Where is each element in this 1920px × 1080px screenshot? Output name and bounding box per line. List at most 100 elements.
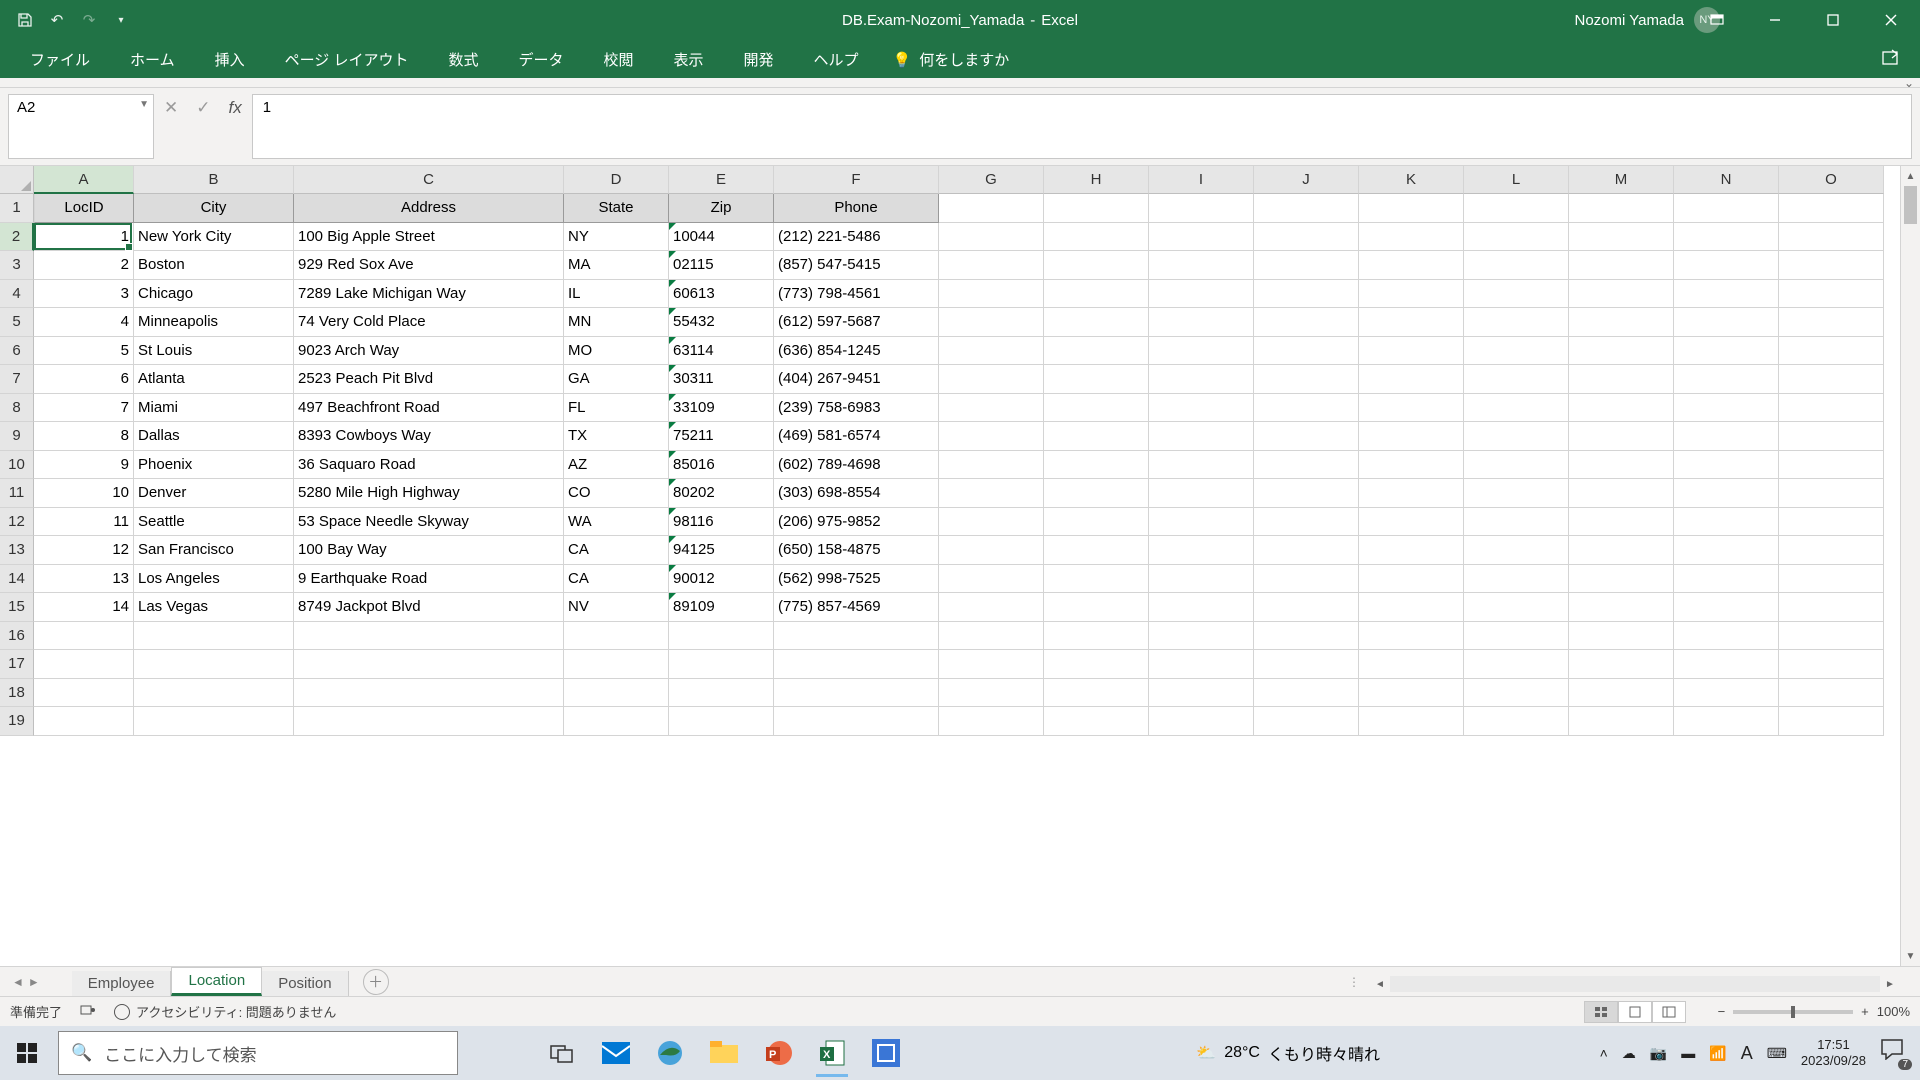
cell-E7[interactable]: 30311 bbox=[669, 365, 774, 394]
cell-D6[interactable]: MO bbox=[564, 337, 669, 366]
row-header-19[interactable]: 19 bbox=[0, 707, 34, 736]
cell-K8[interactable] bbox=[1359, 394, 1464, 423]
cell-D18[interactable] bbox=[564, 679, 669, 708]
scroll-right-icon[interactable]: ► bbox=[1880, 979, 1900, 990]
cell-D15[interactable]: NV bbox=[564, 593, 669, 622]
cell-G4[interactable] bbox=[939, 280, 1044, 309]
cell-N1[interactable] bbox=[1674, 194, 1779, 223]
save-icon[interactable] bbox=[12, 7, 38, 33]
cell-F1[interactable]: Phone bbox=[774, 194, 939, 223]
cell-E4[interactable]: 60613 bbox=[669, 280, 774, 309]
cell-I18[interactable] bbox=[1149, 679, 1254, 708]
cell-F14[interactable]: (562) 998-7525 bbox=[774, 565, 939, 594]
ribbon-display-options-icon[interactable] bbox=[1688, 0, 1746, 40]
vertical-scrollbar[interactable]: ▲ ▼ bbox=[1900, 166, 1920, 966]
cell-K10[interactable] bbox=[1359, 451, 1464, 480]
cell-M3[interactable] bbox=[1569, 251, 1674, 280]
ribbon-tab-6[interactable]: 校閲 bbox=[584, 41, 654, 78]
cell-I16[interactable] bbox=[1149, 622, 1254, 651]
qat-dropdown-icon[interactable]: ▾ bbox=[108, 7, 134, 33]
cell-F10[interactable]: (602) 789-4698 bbox=[774, 451, 939, 480]
cell-D11[interactable]: CO bbox=[564, 479, 669, 508]
cell-F13[interactable]: (650) 158-4875 bbox=[774, 536, 939, 565]
cell-I6[interactable] bbox=[1149, 337, 1254, 366]
ribbon-tab-4[interactable]: 数式 bbox=[428, 41, 498, 78]
cell-H10[interactable] bbox=[1044, 451, 1149, 480]
cell-F17[interactable] bbox=[774, 650, 939, 679]
cell-B14[interactable]: Los Angeles bbox=[134, 565, 294, 594]
cell-C19[interactable] bbox=[294, 707, 564, 736]
share-icon[interactable] bbox=[1882, 48, 1902, 71]
zoom-out-button[interactable]: − bbox=[1718, 1004, 1726, 1019]
cell-M11[interactable] bbox=[1569, 479, 1674, 508]
cell-E18[interactable] bbox=[669, 679, 774, 708]
cell-M8[interactable] bbox=[1569, 394, 1674, 423]
cell-H3[interactable] bbox=[1044, 251, 1149, 280]
cell-H17[interactable] bbox=[1044, 650, 1149, 679]
keyboard-icon[interactable]: ⌨ bbox=[1767, 1045, 1787, 1062]
cell-B11[interactable]: Denver bbox=[134, 479, 294, 508]
cell-O15[interactable] bbox=[1779, 593, 1884, 622]
sheet-split-handle[interactable]: ⋮ bbox=[1348, 975, 1360, 989]
cell-B6[interactable]: St Louis bbox=[134, 337, 294, 366]
cell-H16[interactable] bbox=[1044, 622, 1149, 651]
undo-icon[interactable]: ↶ bbox=[44, 7, 70, 33]
cell-C6[interactable]: 9023 Arch Way bbox=[294, 337, 564, 366]
row-header-3[interactable]: 3 bbox=[0, 251, 34, 280]
cell-J10[interactable] bbox=[1254, 451, 1359, 480]
cell-D16[interactable] bbox=[564, 622, 669, 651]
cell-F5[interactable]: (612) 597-5687 bbox=[774, 308, 939, 337]
cell-H18[interactable] bbox=[1044, 679, 1149, 708]
cell-H9[interactable] bbox=[1044, 422, 1149, 451]
cell-J9[interactable] bbox=[1254, 422, 1359, 451]
fx-icon[interactable]: fx bbox=[229, 98, 242, 118]
cell-K4[interactable] bbox=[1359, 280, 1464, 309]
cell-G17[interactable] bbox=[939, 650, 1044, 679]
cell-J8[interactable] bbox=[1254, 394, 1359, 423]
cell-G16[interactable] bbox=[939, 622, 1044, 651]
maximize-button[interactable] bbox=[1804, 0, 1862, 40]
cell-N16[interactable] bbox=[1674, 622, 1779, 651]
cell-O18[interactable] bbox=[1779, 679, 1884, 708]
cell-C17[interactable] bbox=[294, 650, 564, 679]
cell-F8[interactable]: (239) 758-6983 bbox=[774, 394, 939, 423]
cell-D13[interactable]: CA bbox=[564, 536, 669, 565]
wifi-icon[interactable]: 📶 bbox=[1709, 1045, 1726, 1062]
row-header-14[interactable]: 14 bbox=[0, 565, 34, 594]
col-header-I[interactable]: I bbox=[1149, 166, 1254, 194]
ime-icon[interactable]: A bbox=[1741, 1043, 1753, 1064]
cell-E17[interactable] bbox=[669, 650, 774, 679]
cell-N7[interactable] bbox=[1674, 365, 1779, 394]
cell-F9[interactable]: (469) 581-6574 bbox=[774, 422, 939, 451]
cell-D1[interactable]: State bbox=[564, 194, 669, 223]
cell-B3[interactable]: Boston bbox=[134, 251, 294, 280]
cell-B16[interactable] bbox=[134, 622, 294, 651]
cell-C16[interactable] bbox=[294, 622, 564, 651]
cell-G19[interactable] bbox=[939, 707, 1044, 736]
cell-E5[interactable]: 55432 bbox=[669, 308, 774, 337]
cell-E13[interactable]: 94125 bbox=[669, 536, 774, 565]
cell-C10[interactable]: 36 Saquaro Road bbox=[294, 451, 564, 480]
powerpoint-app-icon[interactable]: P bbox=[754, 1029, 802, 1077]
cell-A4[interactable]: 3 bbox=[34, 280, 134, 309]
cell-L10[interactable] bbox=[1464, 451, 1569, 480]
cell-J3[interactable] bbox=[1254, 251, 1359, 280]
cell-M5[interactable] bbox=[1569, 308, 1674, 337]
cell-H11[interactable] bbox=[1044, 479, 1149, 508]
cell-H4[interactable] bbox=[1044, 280, 1149, 309]
cell-J18[interactable] bbox=[1254, 679, 1359, 708]
cell-B8[interactable]: Miami bbox=[134, 394, 294, 423]
cell-J11[interactable] bbox=[1254, 479, 1359, 508]
cell-L5[interactable] bbox=[1464, 308, 1569, 337]
cell-B4[interactable]: Chicago bbox=[134, 280, 294, 309]
cell-G6[interactable] bbox=[939, 337, 1044, 366]
cell-H12[interactable] bbox=[1044, 508, 1149, 537]
cell-I8[interactable] bbox=[1149, 394, 1254, 423]
cell-F16[interactable] bbox=[774, 622, 939, 651]
zoom-slider[interactable] bbox=[1733, 1010, 1853, 1014]
row-header-9[interactable]: 9 bbox=[0, 422, 34, 451]
cell-G3[interactable] bbox=[939, 251, 1044, 280]
cell-L6[interactable] bbox=[1464, 337, 1569, 366]
cell-F6[interactable]: (636) 854-1245 bbox=[774, 337, 939, 366]
cell-D7[interactable]: GA bbox=[564, 365, 669, 394]
